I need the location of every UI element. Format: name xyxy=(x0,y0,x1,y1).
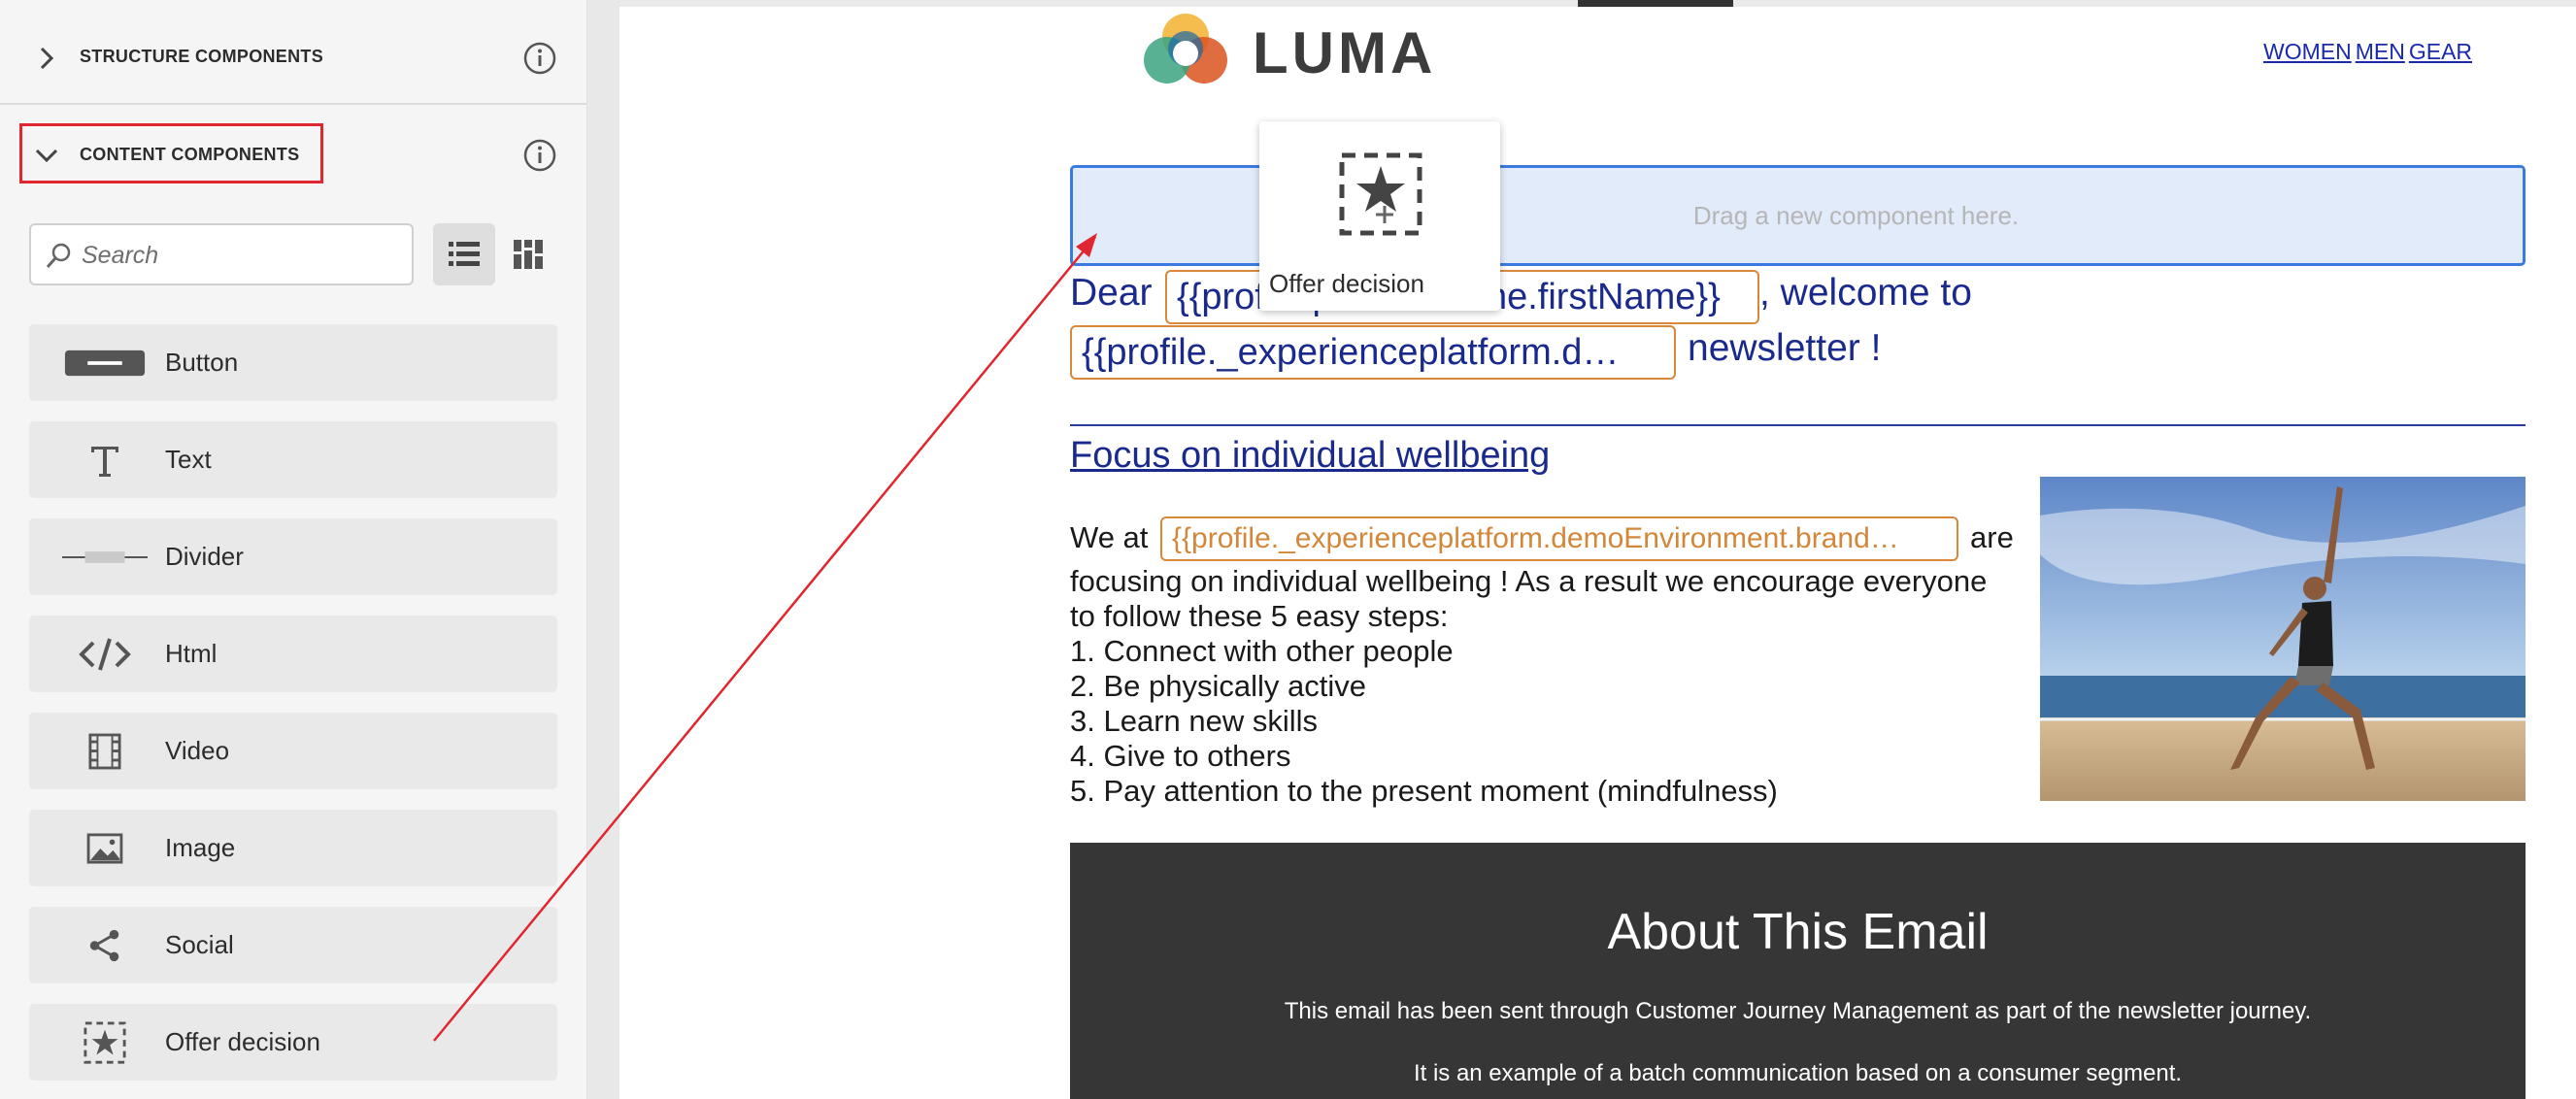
personalization-token-brand-name[interactable]: {{profile._experienceplatform.demoEnviro… xyxy=(1160,516,1958,561)
component-text[interactable]: Text xyxy=(29,421,557,498)
search-icon xyxy=(46,243,71,268)
component-html[interactable]: Html xyxy=(29,616,557,692)
component-video[interactable]: Video xyxy=(29,713,557,789)
button-icon xyxy=(56,334,153,392)
offer-decision-icon xyxy=(56,1014,153,1072)
horizontal-rule xyxy=(1070,424,2526,426)
annotation-highlight-box xyxy=(19,123,323,183)
luma-logo-icon xyxy=(1144,14,1227,83)
film-icon xyxy=(56,722,153,781)
body-are: are xyxy=(1970,520,2014,554)
info-icon[interactable] xyxy=(522,41,557,76)
list-item: 5. Pay attention to the present moment (… xyxy=(1070,774,1778,808)
panel-gutter xyxy=(587,0,619,1099)
greeting-dear: Dear xyxy=(1070,272,1153,314)
grid-icon xyxy=(514,240,543,269)
focus-title-link[interactable]: Focus on individual wellbeing xyxy=(1070,435,1550,477)
greeting-welcome: , welcome to xyxy=(1759,272,1972,314)
component-button[interactable]: Button xyxy=(29,324,557,401)
component-social[interactable]: Social xyxy=(29,907,557,983)
footer-text: It is an example of a batch communicatio… xyxy=(1413,1060,2183,1086)
list-item: 2. Be physically active xyxy=(1070,669,1366,703)
body-line: focusing on individual wellbeing ! As a … xyxy=(1070,564,1988,598)
footer-title: About This Email xyxy=(1607,904,1989,960)
search-field[interactable] xyxy=(29,223,414,285)
section-divider xyxy=(0,103,586,105)
list-item: 3. Learn new skills xyxy=(1070,704,1319,738)
drag-preview-label: Offer decision xyxy=(1269,269,1424,298)
component-label: Offer decision xyxy=(165,1027,320,1056)
structure-components-title: STRUCTURE COMPONENTS xyxy=(80,47,324,66)
email-nav: WOMEN MEN GEAR xyxy=(2263,39,2476,65)
email-footer: About This Email This email has been sen… xyxy=(1070,843,2526,1099)
greeting-newsletter: newsletter ! xyxy=(1688,327,1882,369)
grid-view-button[interactable] xyxy=(497,223,559,285)
component-label: Divider xyxy=(165,542,244,571)
divider-icon xyxy=(56,528,153,586)
component-label: Social xyxy=(165,930,234,959)
body-line: to follow these 5 easy steps: xyxy=(1070,599,1449,633)
body-we-at: We at xyxy=(1070,520,1149,554)
nav-link-gear[interactable]: GEAR xyxy=(2409,39,2472,64)
code-icon xyxy=(56,625,153,683)
offer-decision-icon xyxy=(1339,152,1422,236)
info-icon[interactable] xyxy=(522,138,557,173)
components-panel: STRUCTURE COMPONENTS CONTENT COMPONENTS xyxy=(0,0,587,1099)
image-icon xyxy=(56,819,153,878)
list-icon xyxy=(449,242,480,266)
share-icon xyxy=(56,916,153,975)
yoga-beach-image[interactable] xyxy=(2040,477,2526,801)
component-image[interactable]: Image xyxy=(29,810,557,886)
personalization-token-brand[interactable]: {{profile._experienceplatform.d… xyxy=(1070,325,1676,380)
component-label: Html xyxy=(165,639,217,668)
drop-zone-text: Drag a new component here. xyxy=(1692,200,2020,230)
component-label: Video xyxy=(165,736,230,765)
nav-link-women[interactable]: WOMEN xyxy=(2263,39,2352,64)
component-label: Button xyxy=(165,348,239,377)
structure-components-header[interactable]: STRUCTURE COMPONENTS xyxy=(0,10,586,107)
component-divider[interactable]: Divider xyxy=(29,518,557,595)
list-item: 1. Connect with other people xyxy=(1070,634,1454,668)
list-item: 4. Give to others xyxy=(1070,739,1291,773)
component-label: Image xyxy=(165,833,236,862)
component-label: Text xyxy=(165,445,212,474)
search-input[interactable] xyxy=(80,233,404,278)
component-offer-decision[interactable]: Offer decision xyxy=(29,1004,557,1081)
drag-preview-offer-decision: Offer decision xyxy=(1259,121,1500,311)
active-tab-indicator xyxy=(1578,0,1733,7)
nav-link-men[interactable]: MEN xyxy=(2356,39,2405,64)
footer-text: This email has been sent through Custome… xyxy=(1284,998,2312,1024)
chevron-right-icon xyxy=(40,47,54,70)
text-icon xyxy=(56,431,153,489)
luma-logo-text: LUMA xyxy=(1253,20,1437,85)
list-view-button[interactable] xyxy=(433,223,495,285)
